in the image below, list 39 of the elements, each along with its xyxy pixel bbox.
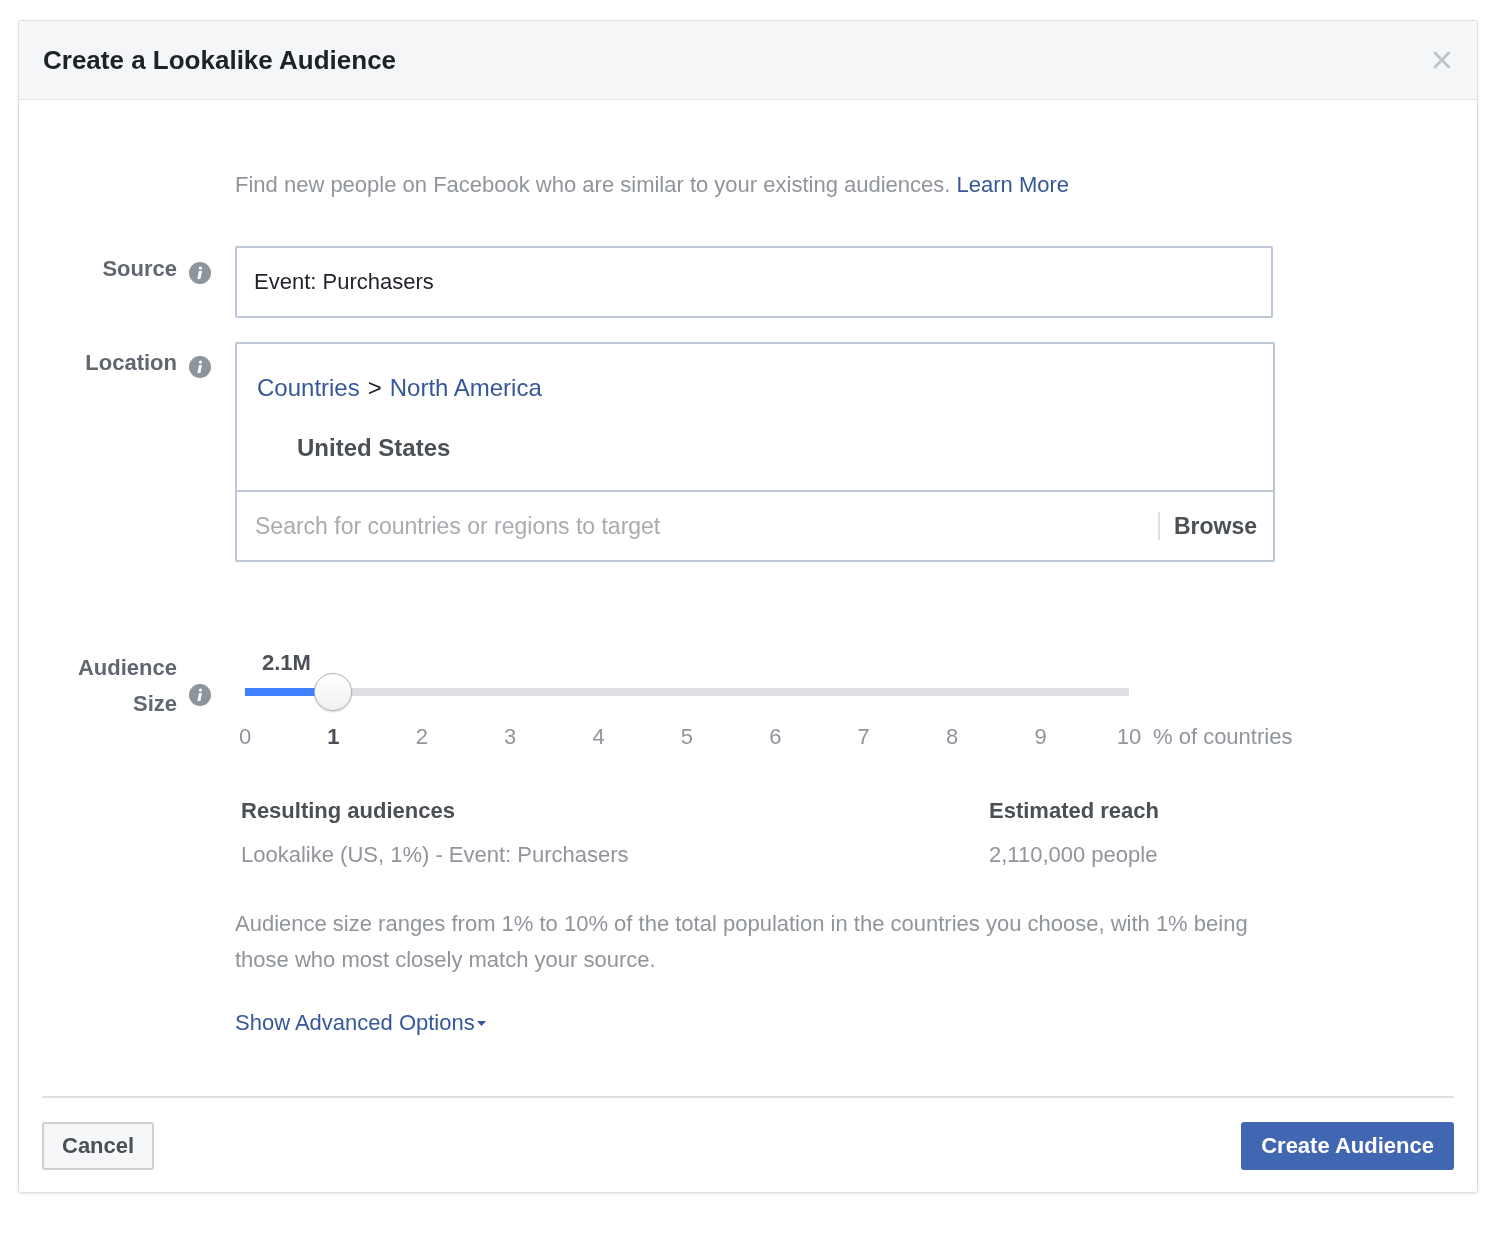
tick-label: 0 — [237, 724, 253, 750]
info-icon[interactable] — [189, 356, 211, 378]
cancel-button[interactable]: Cancel — [42, 1122, 155, 1170]
breadcrumb-link[interactable]: North America — [389, 374, 542, 402]
tick-label: 1 — [326, 724, 341, 750]
breadcrumb-separator: > — [367, 374, 382, 402]
browse-button[interactable]: Browse — [1157, 512, 1257, 540]
tick-label: 3 — [503, 724, 518, 750]
intro-text: Find new people on Facebook who are similar to your existing audiences. Learn More — [235, 172, 1070, 198]
slider-thumb[interactable] — [314, 673, 353, 711]
result-value: Lookalike (US, 1%) - Event: Purchasers — [241, 842, 630, 868]
learn-more-link[interactable]: Learn More — [956, 172, 1070, 197]
tick-label: 6 — [768, 724, 783, 750]
field-label: Audience Size — [76, 654, 177, 718]
location-search-field[interactable]: Search for countries or regions to target — [253, 511, 1158, 541]
selected-country: United States — [297, 434, 452, 462]
size-note: Audience size ranges from 1% to 10% of the total population in the countries you choose, with 1% being those who most closely match your source. — [235, 910, 1249, 974]
breadcrumb-link[interactable]: Countries — [257, 374, 360, 402]
result-value: 2,110,000 people — [989, 842, 1159, 868]
tick-label: 4 — [591, 724, 606, 750]
tick-label: 8 — [945, 724, 960, 750]
tick-label: 10 — [1115, 724, 1143, 750]
tick-label: 7 — [856, 724, 871, 750]
tick-label: 9 — [1033, 724, 1048, 750]
field-label: Location — [85, 350, 177, 376]
unit-label: % of countries — [1153, 724, 1293, 750]
result-heading: Estimated reach — [989, 798, 1159, 824]
source-field[interactable]: Event: Purchasers — [235, 246, 1273, 318]
info-icon[interactable] — [189, 684, 211, 706]
tick-label: 5 — [679, 724, 695, 750]
create-button[interactable]: Create Audience — [1241, 1122, 1454, 1170]
info-icon[interactable] — [189, 262, 211, 284]
field-label: Source — [102, 256, 177, 282]
tick-label: 2 — [414, 724, 429, 750]
result-heading: Resulting audiences — [241, 798, 456, 824]
advanced-options-link[interactable]: Show Advanced Options — [235, 1010, 486, 1036]
caret-icon — [476, 1020, 486, 1026]
slider-reading: 2.1M — [262, 650, 312, 677]
dialog-title: Create a Lookalike Audience — [43, 44, 397, 76]
